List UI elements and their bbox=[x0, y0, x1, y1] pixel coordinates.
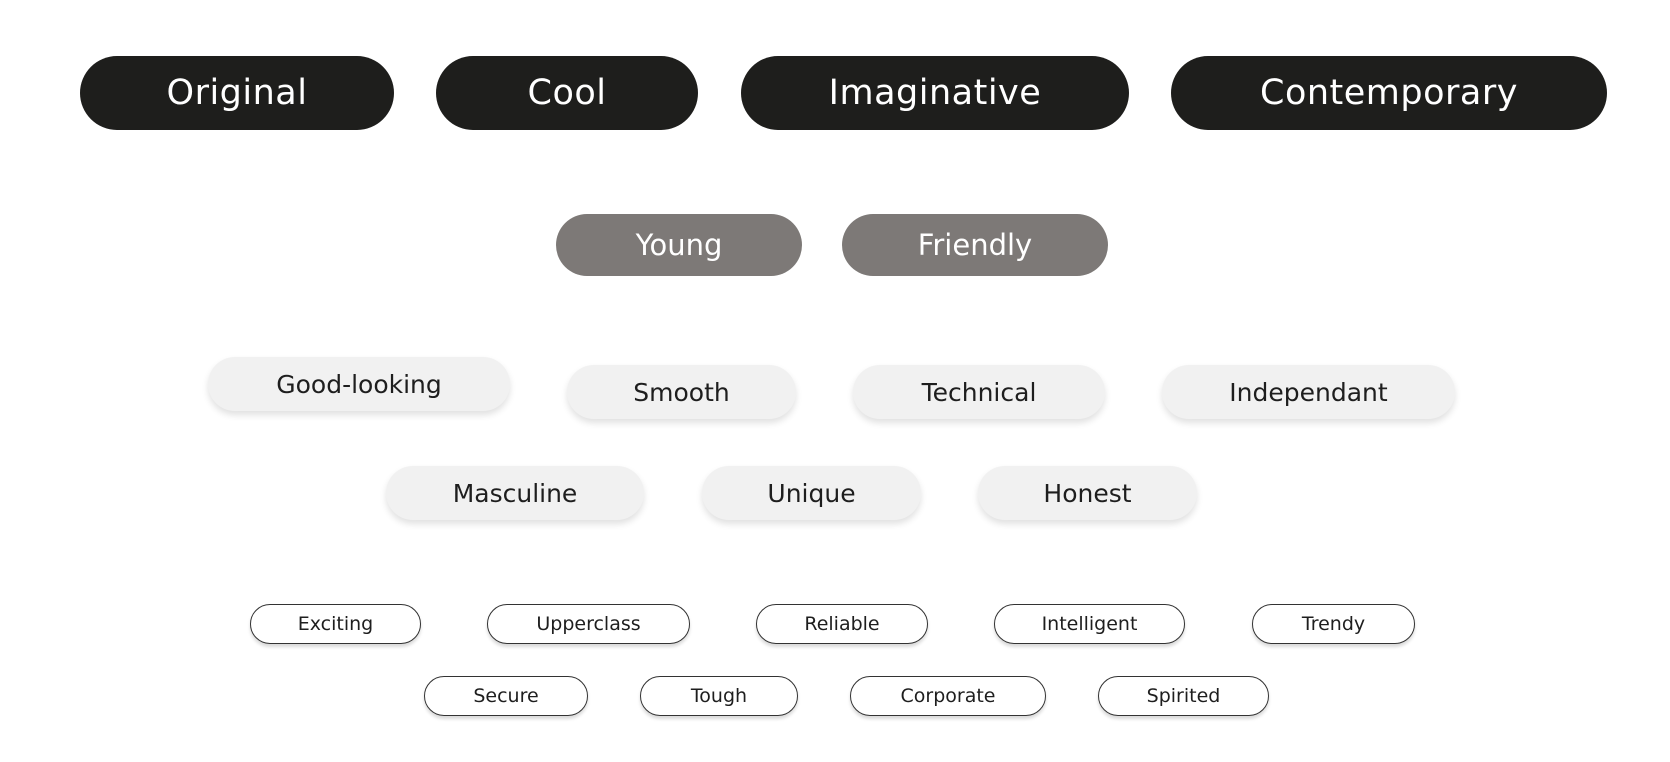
tag-friendly[interactable]: Friendly bbox=[842, 214, 1108, 276]
tag-cool[interactable]: Cool bbox=[436, 56, 698, 130]
tag-smooth[interactable]: Smooth bbox=[567, 365, 796, 419]
tag-secure[interactable]: Secure bbox=[424, 676, 588, 716]
tag-spirited[interactable]: Spirited bbox=[1098, 676, 1269, 716]
tag-reliable[interactable]: Reliable bbox=[756, 604, 928, 644]
tag-good-looking[interactable]: Good-looking bbox=[208, 357, 510, 411]
tag-contemporary[interactable]: Contemporary bbox=[1171, 56, 1607, 130]
tag-original[interactable]: Original bbox=[80, 56, 394, 130]
tag-upperclass[interactable]: Upperclass bbox=[487, 604, 690, 644]
tag-young[interactable]: Young bbox=[556, 214, 802, 276]
tag-unique[interactable]: Unique bbox=[702, 466, 921, 520]
tag-tough[interactable]: Tough bbox=[640, 676, 798, 716]
tag-imaginative[interactable]: Imaginative bbox=[741, 56, 1129, 130]
tag-technical[interactable]: Technical bbox=[853, 365, 1105, 419]
tag-intelligent[interactable]: Intelligent bbox=[994, 604, 1185, 644]
tag-independant[interactable]: Independant bbox=[1162, 365, 1455, 419]
tag-exciting[interactable]: Exciting bbox=[250, 604, 421, 644]
tag-masculine[interactable]: Masculine bbox=[386, 466, 644, 520]
tag-corporate[interactable]: Corporate bbox=[850, 676, 1046, 716]
tag-trendy[interactable]: Trendy bbox=[1252, 604, 1415, 644]
tag-honest[interactable]: Honest bbox=[978, 466, 1197, 520]
